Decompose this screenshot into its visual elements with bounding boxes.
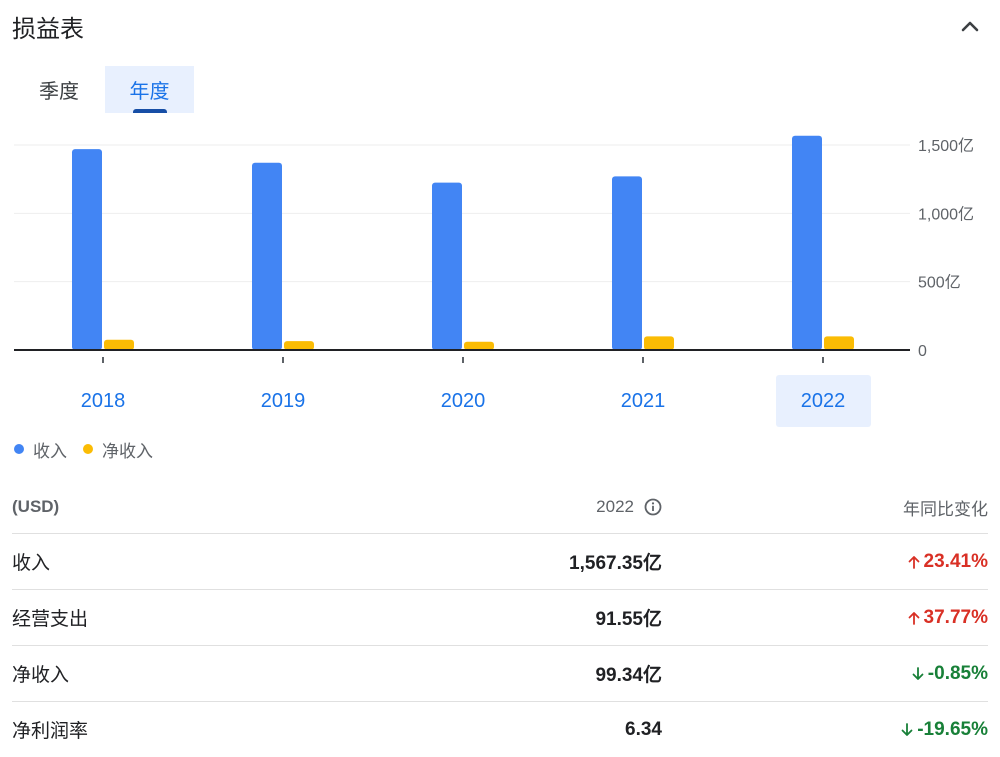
row-value: 91.55亿 [595,609,662,630]
bar-net-income[interactable] [464,341,494,350]
income-bar-chart: 0 500亿 1,000亿 1,500亿 2018 2019 2020 2021 2022 [14,135,974,427]
row-change-value: 37.77% [923,606,988,628]
financial-table: (USD) 2022 年同比变化 收入 1,567.35亿 23.41% 经营支出 91… [12,481,988,757]
bar-revenue[interactable] [612,176,642,350]
row-value: 6.34 [625,718,662,740]
x-category-label[interactable]: 2022 [801,390,846,412]
row-change: 37.77% [908,607,988,629]
row-change: 23.41% [908,551,988,573]
row-label: 经营支出 [12,609,89,630]
arrow-down-icon [901,722,913,737]
collapse-button[interactable] [956,12,984,40]
legend-dot-net-income [83,444,93,454]
row-change: -0.85% [912,663,988,685]
legend-item-revenue: 收入 [14,437,67,462]
row-change-value: -19.65% [917,718,988,740]
arrow-up-icon [908,555,920,569]
row-label: 收入 [12,553,51,574]
table-row: 净收入 99.34亿 -0.85% [12,646,988,702]
tab-quarterly[interactable]: 季度 [14,66,104,113]
tab-quarterly-label: 季度 [39,81,79,103]
legend-item-net-income: 净收入 [83,437,153,462]
row-value: 99.34亿 [595,665,662,686]
bar-revenue[interactable] [72,149,102,350]
bar-net-income[interactable] [104,339,134,350]
year-label: 2022 [596,497,634,516]
row-value: 1,567.35亿 [569,553,662,574]
bar-revenue[interactable] [432,182,462,350]
tab-annual[interactable]: 年度 [105,66,194,113]
year-column-header: 2022 [596,497,662,517]
table-header: (USD) 2022 年同比变化 [12,481,988,534]
tab-annual-label: 年度 [129,81,170,103]
y-tick-label: 1,000亿 [918,205,974,223]
x-category-label[interactable]: 2019 [261,390,306,412]
y-tick-label: 500亿 [918,274,961,292]
info-icon[interactable] [644,498,662,516]
x-category-label[interactable]: 2021 [621,390,666,412]
table-row: 经营支出 91.55亿 37.77% [12,590,988,646]
y-tick-label: 0 [918,343,927,360]
legend-dot-revenue [14,444,24,454]
x-category-label[interactable]: 2018 [81,390,126,412]
row-change-value: -0.85% [927,662,988,684]
bar-net-income[interactable] [284,341,314,350]
chart-legend: 收入 净收入 [14,437,169,461]
arrow-up-icon [908,611,920,625]
bar-net-income[interactable] [644,336,674,350]
y-tick-label: 1,500亿 [918,137,974,155]
income-statement-header: 损益表 [0,0,1000,50]
yoy-column-header: 年同比变化 [903,499,988,519]
bar-revenue[interactable] [252,162,282,350]
bar-revenue[interactable] [792,135,822,350]
currency-label: (USD) [12,497,60,516]
row-label: 净利润率 [12,721,89,742]
table-row: 收入 1,567.35亿 23.41% [12,534,988,590]
x-category-label[interactable]: 2020 [441,390,486,412]
row-change: -19.65% [901,719,988,741]
chevron-up-icon [961,21,979,32]
legend-label-revenue: 收入 [33,441,67,461]
table-row: 净利润率 6.34 -19.65% [12,702,988,757]
bar-net-income[interactable] [824,336,854,350]
section-title: 损益表 [12,16,84,43]
arrow-down-icon [912,666,924,681]
row-change-value: 23.41% [923,550,988,572]
legend-label-net-income: 净收入 [102,441,153,461]
active-tab-indicator [132,109,167,113]
row-label: 净收入 [12,665,70,686]
